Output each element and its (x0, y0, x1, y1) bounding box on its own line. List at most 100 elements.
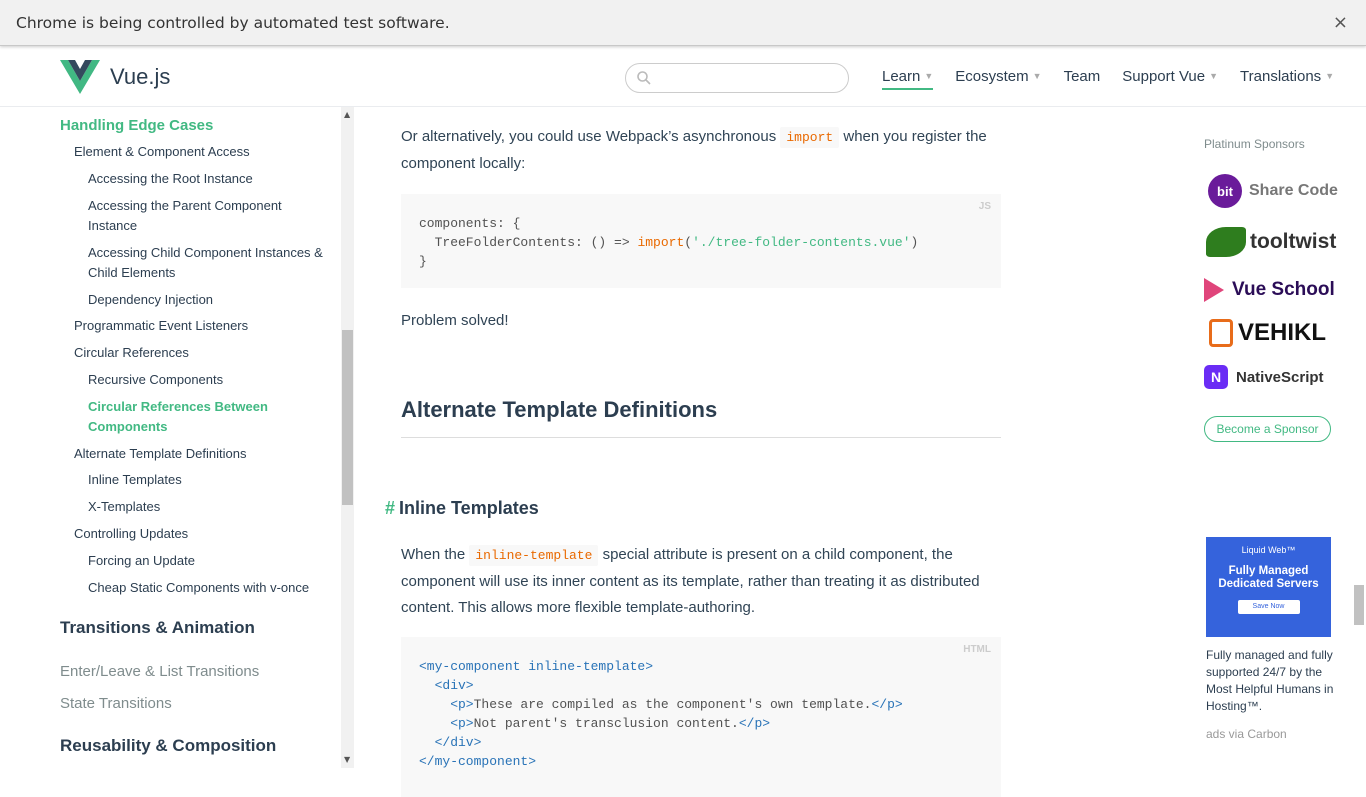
sidebar-item[interactable]: Accessing the Parent Component Instance (88, 196, 328, 236)
automation-infobar: Chrome is being controlled by automated … (0, 0, 1366, 46)
anchor-link[interactable]: # (385, 498, 395, 518)
nav-label: Team (1063, 68, 1101, 85)
search-icon (637, 71, 651, 85)
code-tag: </p> (738, 716, 771, 731)
sponsor-name: tooltwist (1250, 230, 1337, 253)
vue-logo-icon (60, 60, 100, 94)
sponsor-vehikl[interactable]: VEHIKL (1209, 319, 1326, 347)
scroll-down-icon[interactable]: ▼ (344, 755, 350, 764)
close-icon[interactable]: × (1333, 12, 1348, 33)
sidebar-item[interactable]: Enter/Leave & List Transitions (60, 663, 259, 680)
code-line: <div> (419, 678, 474, 693)
sponsor-name: NativeScript (1236, 368, 1324, 386)
top-nav: Learn ▼ Ecosystem ▼ Team Support Vue ▼ Tran… (882, 68, 1356, 90)
sponsor-name: VEHIKL (1238, 319, 1327, 346)
code-line: } (419, 254, 427, 269)
paragraph: Problem solved! (401, 312, 509, 329)
sidebar-item[interactable]: Alternate Template Definitions (74, 444, 334, 464)
sidebar-item[interactable]: Programmatic Event Listeners (74, 316, 334, 336)
code-line: </div> (419, 735, 482, 750)
code-tag: <p> (419, 697, 474, 712)
sidebar-heading[interactable]: Handling Edge Cases (60, 117, 213, 134)
logo-text: Vue.js (110, 64, 171, 89)
nativescript-logo-icon: N (1204, 365, 1228, 389)
sponsor-bit[interactable]: bit Share Code (1208, 174, 1338, 208)
vue-logo[interactable]: Vue.js (60, 60, 170, 94)
code-line: <my-component inline-template> (419, 659, 654, 674)
ad-text[interactable]: Fully managed and fully supported 24/7 b… (1206, 647, 1336, 715)
nav-label: Support Vue (1122, 68, 1206, 85)
search-input[interactable] (625, 63, 849, 93)
bit-logo-icon: bit (1208, 174, 1242, 208)
paragraph: Or alternatively, you could use Webpack’… (401, 124, 1001, 177)
caret-down-icon: ▼ (1209, 71, 1219, 81)
nav-label: Ecosystem (955, 68, 1029, 85)
inline-code: inline-template (469, 545, 599, 566)
sidebar-item[interactable]: X-Templates (88, 497, 328, 517)
ad-headline: Fully Managed Dedicated Servers (1218, 565, 1319, 590)
sidebar-section[interactable]: Reusability & Composition (60, 736, 276, 756)
become-sponsor-button[interactable]: Become a Sponsor (1204, 416, 1331, 442)
code-block-html: HTML <my-component inline-template> <div>… (401, 637, 1001, 797)
paragraph: When the inline-template special attribu… (401, 542, 1001, 621)
sidebar-item[interactable]: State Transitions (60, 695, 172, 712)
code-text: Not parent's transclusion content. (473, 716, 739, 731)
sidebar: Handling Edge Cases Element & Component … (0, 107, 341, 768)
ad-brand: Liquid Web™ (1241, 545, 1296, 555)
sponsor-name: Share Code (1249, 182, 1338, 199)
sidebar-section[interactable]: Transitions & Animation (60, 618, 255, 638)
sidebar-item-active[interactable]: Circular References Between Components (88, 397, 328, 437)
sidebar-item[interactable]: Dependency Injection (88, 290, 328, 310)
sponsor-vueschool[interactable]: Vue School (1204, 278, 1335, 302)
sidebar-item[interactable]: Recursive Components (88, 370, 328, 390)
code-text: ) (910, 235, 919, 250)
text: Or alternatively, you could use Webpack’… (401, 128, 781, 145)
heading-text: Inline Templates (399, 498, 539, 518)
ad-cta-button[interactable]: Save Now (1237, 600, 1300, 614)
nav-team[interactable]: Team (1064, 68, 1101, 90)
code-block-js: JS components: { TreeFolderContents: () =… (401, 194, 1001, 288)
code-tag: <p> (419, 716, 474, 731)
sidebar-item[interactable]: Accessing the Root Instance (88, 169, 328, 189)
inline-code: import (780, 127, 840, 148)
code-text: These are compiled as the component's ow… (473, 697, 872, 712)
sidebar-scrollbar-thumb[interactable] (342, 330, 353, 505)
code-string: './tree-folder-contents.vue' (692, 235, 911, 250)
section-heading: Alternate Template Definitions (401, 397, 1001, 438)
nav-label: Translations (1240, 68, 1322, 85)
tooltwist-logo-icon (1206, 227, 1246, 257)
nav-translations[interactable]: Translations ▼ (1240, 68, 1334, 90)
sidebar-item[interactable]: Cheap Static Components with v-once (88, 578, 328, 598)
nav-ecosystem[interactable]: Ecosystem ▼ (955, 68, 1041, 90)
code-lang-label: JS (978, 201, 991, 212)
site-header: Vue.js Learn ▼ Ecosystem ▼ Team Support Vu… (0, 46, 1366, 107)
sponsor-tooltwist[interactable]: tooltwist (1206, 227, 1336, 257)
sponsor-name: Vue School (1232, 279, 1335, 300)
text: When the (401, 546, 470, 563)
nav-learn[interactable]: Learn ▼ (882, 68, 934, 90)
nav-support-vue[interactable]: Support Vue ▼ (1122, 68, 1218, 90)
vueschool-logo-icon (1204, 278, 1224, 302)
ads-via-carbon-link[interactable]: ads via Carbon (1206, 727, 1287, 741)
code-lang-label: HTML (963, 644, 991, 655)
code-tag: </p> (871, 697, 903, 712)
caret-down-icon: ▼ (924, 71, 934, 81)
nav-label: Learn (882, 68, 921, 85)
sidebar-item[interactable]: Element & Component Access (74, 142, 334, 162)
sidebar-item[interactable]: Controlling Updates (74, 524, 334, 544)
sidebar-item[interactable]: Inline Templates (88, 470, 328, 490)
sidebar-item[interactable]: Circular References (74, 343, 334, 363)
vehikl-logo-icon (1209, 319, 1233, 347)
infobar-message: Chrome is being controlled by automated … (16, 13, 450, 32)
sponsor-nativescript[interactable]: N NativeScript (1204, 365, 1324, 389)
code-line: </my-component> (419, 754, 537, 769)
carbon-ad-image[interactable]: Liquid Web™ Fully Managed Dedicated Serv… (1206, 537, 1331, 637)
scroll-up-icon[interactable]: ▲ (344, 110, 350, 119)
code-keyword: import (637, 235, 685, 250)
page-scrollbar-thumb[interactable] (1354, 585, 1364, 625)
code-text: ( (684, 235, 693, 250)
sidebar-item[interactable]: Accessing Child Component Instances & Ch… (88, 243, 328, 283)
sponsors-title: Platinum Sponsors (1204, 137, 1305, 151)
sidebar-item[interactable]: Forcing an Update (88, 551, 328, 571)
subsection-heading: # Inline Templates (385, 495, 539, 521)
